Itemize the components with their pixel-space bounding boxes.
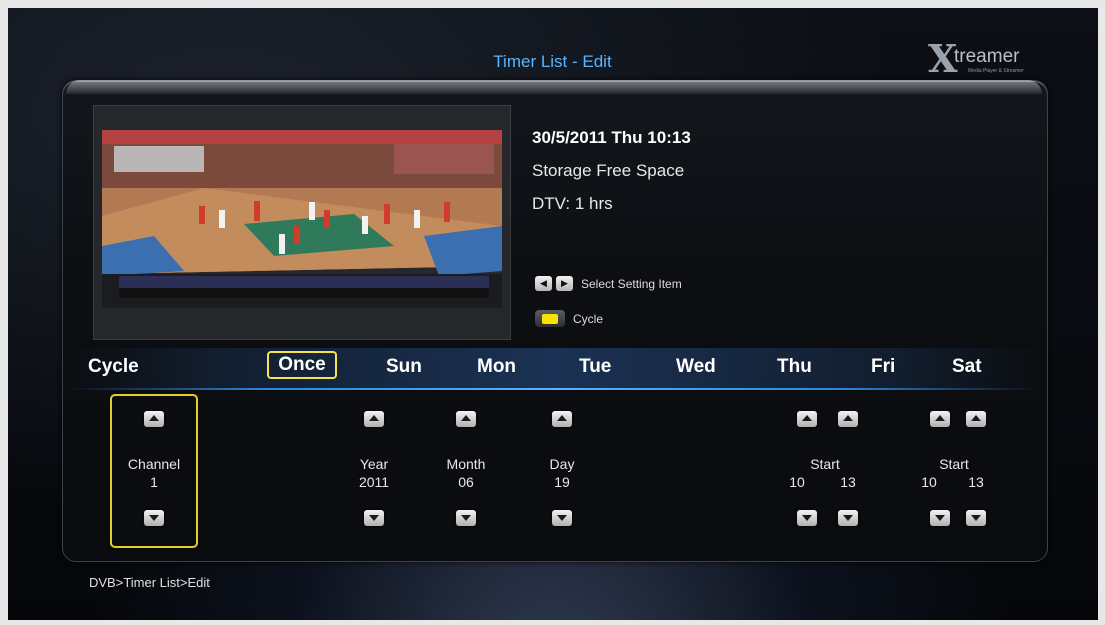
year-up-button[interactable] [364,411,384,427]
day-thu[interactable]: Thu [777,356,812,378]
start-minute-down-button[interactable] [838,510,858,526]
hint-cycle: Cycle [535,310,603,327]
month-label: Month [446,456,486,472]
left-arrow-icon: ◀ [535,276,552,291]
current-datetime: 30/5/2011 Thu 10:13 [532,128,691,147]
hint-cycle-label: Cycle [573,311,604,326]
timer-info: 30/5/2011 Thu 10:13 Storage Free Space D… [532,128,691,227]
dtv-duration: DTV: 1 hrs [532,194,613,213]
storage-free-space: Storage Free Space [532,161,685,180]
hint-select-label: Select Setting Item [581,276,682,291]
yellow-key-icon [535,310,565,327]
day-field-label: Day [549,456,575,472]
day-fri[interactable]: Fri [871,356,895,378]
start2-label: Start [939,456,969,472]
day-up-button[interactable] [552,411,572,427]
logo-text: treamer [954,46,1020,67]
year-down-button[interactable] [364,510,384,526]
year-value: 2011 [358,474,390,490]
cycle-label: Cycle [88,356,139,377]
start2-minute-up-button[interactable] [966,411,986,427]
start2-minute-down-button[interactable] [966,510,986,526]
day-selector-bar [66,348,1042,388]
right-arrow-icon: ▶ [556,276,573,291]
brand-logo: X treamer Media Player & Streamer [928,38,1038,80]
start2-hour-down-button[interactable] [930,510,950,526]
channel-label: Channel [127,456,181,472]
panel-highlight [66,80,1042,94]
day-mon[interactable]: Mon [477,356,516,378]
hint-select-setting: ◀ ▶ Select Setting Item [535,276,682,291]
start-hour-up-button[interactable] [797,411,817,427]
channel-up-button[interactable] [144,411,164,427]
channel-value: 1 [150,474,158,490]
channel-down-button[interactable] [144,510,164,526]
start2-hour-up-button[interactable] [930,411,950,427]
start-minute-value: 13 [840,474,856,490]
logo-subtitle: Media Player & Streamer [968,68,1024,74]
month-down-button[interactable] [456,510,476,526]
year-label: Year [359,456,389,472]
cycle-option-once[interactable]: Once [267,351,337,379]
day-sun[interactable]: Sun [386,356,422,378]
basketball-preview-image [94,106,510,339]
start-label: Start [810,456,840,472]
start-minute-up-button[interactable] [838,411,858,427]
start2-minute-value: 13 [968,474,984,490]
day-tue[interactable]: Tue [579,356,611,378]
month-value: 06 [458,474,474,490]
day-sat[interactable]: Sat [952,356,982,378]
breadcrumb: DVB>Timer List>Edit [89,575,210,590]
live-preview [93,105,511,340]
day-wed[interactable]: Wed [676,356,716,378]
day-selector-underline [66,388,1042,390]
day-down-button[interactable] [552,510,572,526]
day-field-value: 19 [554,474,570,490]
start-hour-down-button[interactable] [797,510,817,526]
month-up-button[interactable] [456,411,476,427]
